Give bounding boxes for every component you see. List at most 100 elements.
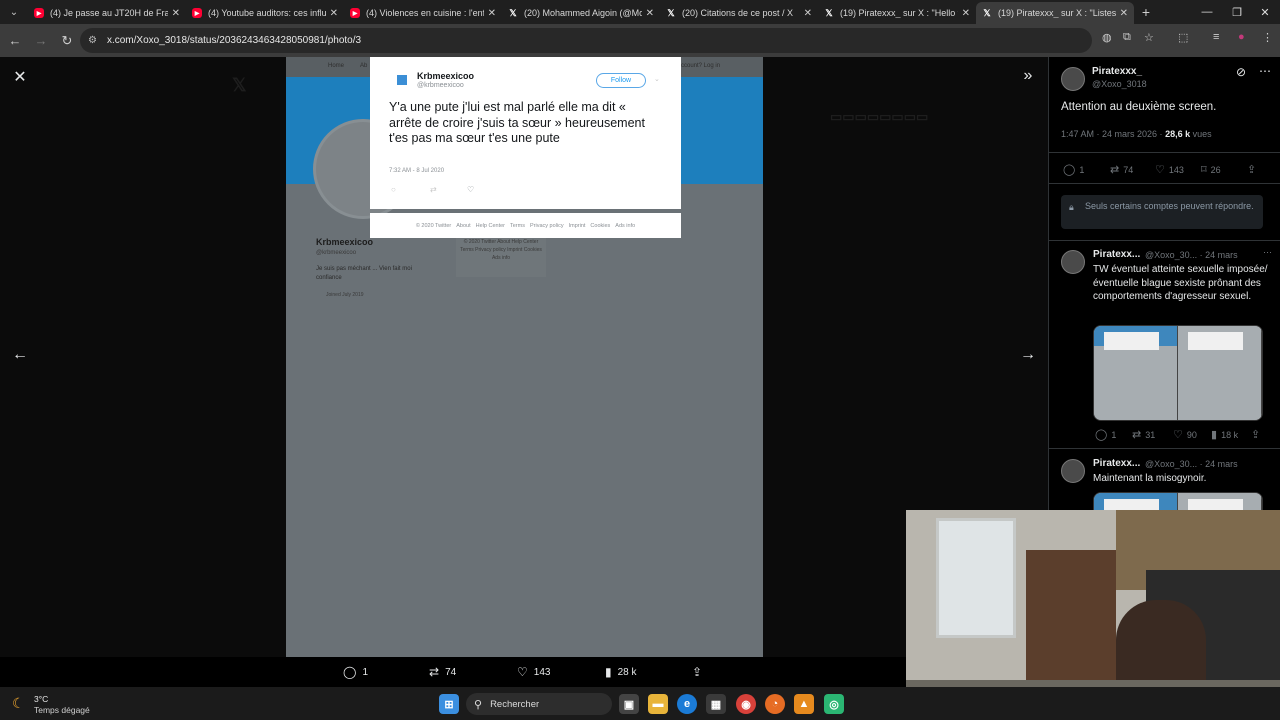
media-thumbnail[interactable] (1094, 326, 1178, 420)
close-tab-icon[interactable]: ✕ (488, 8, 496, 19)
tab-title: (20) Mohammed Aigoin (@Mo (524, 8, 642, 18)
divider (1049, 448, 1280, 449)
address-bar[interactable]: ⚙ x.com/Xoxo_3018/status/203624346342805… (80, 28, 1092, 53)
share-button[interactable]: ⇪ (1247, 163, 1256, 176)
back-icon[interactable]: ← (3, 29, 27, 53)
windows-start-icon[interactable]: ⊞ (439, 694, 459, 714)
reply-meta[interactable]: @Xoxo_30... · 24 mars (1145, 250, 1238, 260)
views-button[interactable]: ▮ 18 k (1211, 428, 1238, 441)
minimize-icon[interactable]: — (1192, 0, 1222, 24)
like-button[interactable]: ♡ 143 (1155, 163, 1184, 176)
close-tab-icon[interactable]: ✕ (962, 8, 970, 19)
youtube-icon: ▶ (192, 8, 202, 18)
youtube-icon: ▶ (34, 8, 44, 18)
reply-author-name[interactable]: Piratexx... (1093, 458, 1140, 469)
post-time[interactable]: 1:47 AM · 24 mars 2026 · (1061, 129, 1165, 139)
repost-button[interactable]: ⇄ 31 (1132, 428, 1155, 441)
reply-icon: ◯ (1095, 429, 1108, 441)
close-tab-icon[interactable]: ✕ (646, 8, 654, 19)
weather-desc[interactable]: Temps dégagé (34, 705, 90, 715)
like-button[interactable]: ♡ 143 (517, 665, 550, 679)
profile-avatar-icon[interactable]: ● (1238, 31, 1245, 43)
edge-icon[interactable]: e (677, 694, 697, 714)
notice-text: Seuls certains comptes peuvent répondre. (1085, 201, 1254, 211)
reply-meta[interactable]: @Xoxo_30... · 24 mars (1145, 459, 1238, 469)
browser-tab[interactable]: ▶ (4) Je passe au JT20H de France ✕ (28, 2, 186, 24)
close-tab-icon[interactable]: ✕ (330, 8, 338, 19)
more-options-icon[interactable]: ⋯ (1259, 64, 1271, 78)
footer-link: Cookies (590, 222, 611, 229)
share-button[interactable]: ⇪ (1251, 428, 1260, 441)
views-button[interactable]: ▮ 28 k (605, 665, 637, 679)
post-view-count: 28,6 k (1165, 129, 1191, 139)
firefox-icon[interactable]: ◔ (765, 694, 785, 714)
reload-icon[interactable]: ↻ (55, 29, 79, 53)
footer-link: Help Center (475, 222, 505, 229)
share-button[interactable]: ⇪ (692, 665, 702, 679)
webcam-window (936, 518, 1016, 638)
reply-button[interactable]: ◯ 1 (1095, 428, 1116, 441)
close-tab-icon[interactable]: ✕ (172, 8, 180, 19)
repost-button[interactable]: ⇄ 74 (429, 665, 456, 679)
more-options-icon[interactable]: ⋯ (1263, 247, 1272, 258)
tweet-text: Y'a une pute j'lui est mal parlé elle ma… (389, 100, 645, 145)
browser-tab[interactable]: ▶ (4) Youtube auditors: ces influe ✕ (186, 2, 344, 24)
avatar[interactable] (1061, 250, 1085, 274)
browser-menu-icon[interactable]: ⋮ (1262, 31, 1273, 44)
chrome-icon[interactable]: ◉ (736, 694, 756, 714)
app-icon[interactable]: ◎ (824, 694, 844, 714)
author-handle[interactable]: @Xoxo_3018 (1092, 79, 1147, 89)
forward-icon[interactable]: → (29, 29, 53, 53)
embedded-tweet-card: Krbmeexicoo @krbmeexicoo Follow ⌄ Y'a un… (370, 57, 681, 209)
store-icon[interactable]: ▦ (706, 694, 726, 714)
footer-link: © 2020 Twitter (415, 222, 452, 229)
task-view-icon[interactable]: ▣ (619, 694, 639, 714)
reply-button[interactable]: ◯ 1 (1063, 163, 1084, 176)
new-tab-icon[interactable]: + (1134, 4, 1158, 20)
avatar[interactable] (1061, 67, 1085, 91)
install-app-icon[interactable]: ⧉ (1123, 31, 1131, 44)
reply-text: TW éventuel atteinte sexuelle imposée/ é… (1093, 264, 1268, 302)
views-label: vues (1190, 129, 1212, 139)
like-button[interactable]: ♡ 90 (1173, 428, 1197, 441)
browser-tab[interactable]: 𝕏 (20) Citations de ce post / X ✕ (660, 2, 818, 24)
reply-button[interactable]: ◯ 1 (343, 665, 368, 679)
file-explorer-icon[interactable]: ▬ (648, 694, 668, 714)
browser-tab[interactable]: 𝕏 (20) Mohammed Aigoin (@Mo ✕ (502, 2, 660, 24)
bookmark-button[interactable]: ⌑ 26 (1201, 163, 1221, 176)
avatar[interactable] (1061, 459, 1085, 483)
media-thumbnail[interactable] (1178, 326, 1262, 420)
close-tab-icon[interactable]: ✕ (1120, 8, 1128, 19)
search-label: Rechercher (490, 698, 540, 710)
windows-taskbar: ☾ 3°C Temps dégagé ⊞ ⚲ Rechercher ▣ ▬ e … (0, 687, 1280, 720)
repost-button[interactable]: ⇄ 74 (1110, 163, 1133, 176)
expand-panel-icon[interactable]: » (1018, 66, 1038, 86)
weather-temp[interactable]: 3°C (34, 694, 48, 704)
tab-search-icon[interactable]: ⌄ (0, 0, 28, 24)
close-viewer-icon[interactable]: ✕ (10, 67, 30, 87)
media-icon[interactable]: ≡ (1213, 31, 1219, 43)
next-photo-icon[interactable]: → (1018, 345, 1038, 365)
close-tab-icon[interactable]: ✕ (804, 8, 812, 19)
like-count: 143 (533, 666, 551, 678)
author-name[interactable]: Piratexxx_ (1092, 66, 1142, 77)
previous-photo-icon[interactable]: ← (10, 345, 30, 365)
url-text[interactable]: x.com/Xoxo_3018/status/20362434634280509… (107, 35, 361, 46)
site-info-icon[interactable]: ⚙ (88, 35, 97, 46)
close-window-icon[interactable]: ✕ (1250, 0, 1280, 24)
weather-moon-icon[interactable]: ☾ (12, 695, 25, 712)
grok-icon[interactable]: ⊘ (1236, 65, 1246, 79)
reply-media-thumbnails[interactable] (1093, 325, 1263, 421)
reply-restriction-notice: 🔒︎ Seuls certains comptes peuvent répond… (1061, 195, 1263, 229)
incognito-icon[interactable]: ◍ (1102, 31, 1112, 44)
restore-icon[interactable]: ❐ (1222, 0, 1252, 24)
extensions-icon[interactable]: ⬚ (1178, 31, 1188, 44)
browser-tab-active[interactable]: 𝕏 (19) Piratexxx_ sur X : "Listes de ✕ (976, 2, 1134, 24)
taskbar-search[interactable]: ⚲ Rechercher (466, 693, 612, 715)
reply-author-name[interactable]: Piratexx... (1093, 249, 1140, 260)
vlc-icon[interactable]: ▲ (794, 694, 814, 714)
browser-tab[interactable]: ▶ (4) Violences en cuisine : l'enfer ✕ (344, 2, 502, 24)
browser-tab[interactable]: 𝕏 (19) Piratexxx_ sur X : "Hello to ✕ (818, 2, 976, 24)
bookmark-star-icon[interactable]: ☆ (1144, 31, 1154, 44)
share-icon: ⇪ (1247, 164, 1257, 176)
